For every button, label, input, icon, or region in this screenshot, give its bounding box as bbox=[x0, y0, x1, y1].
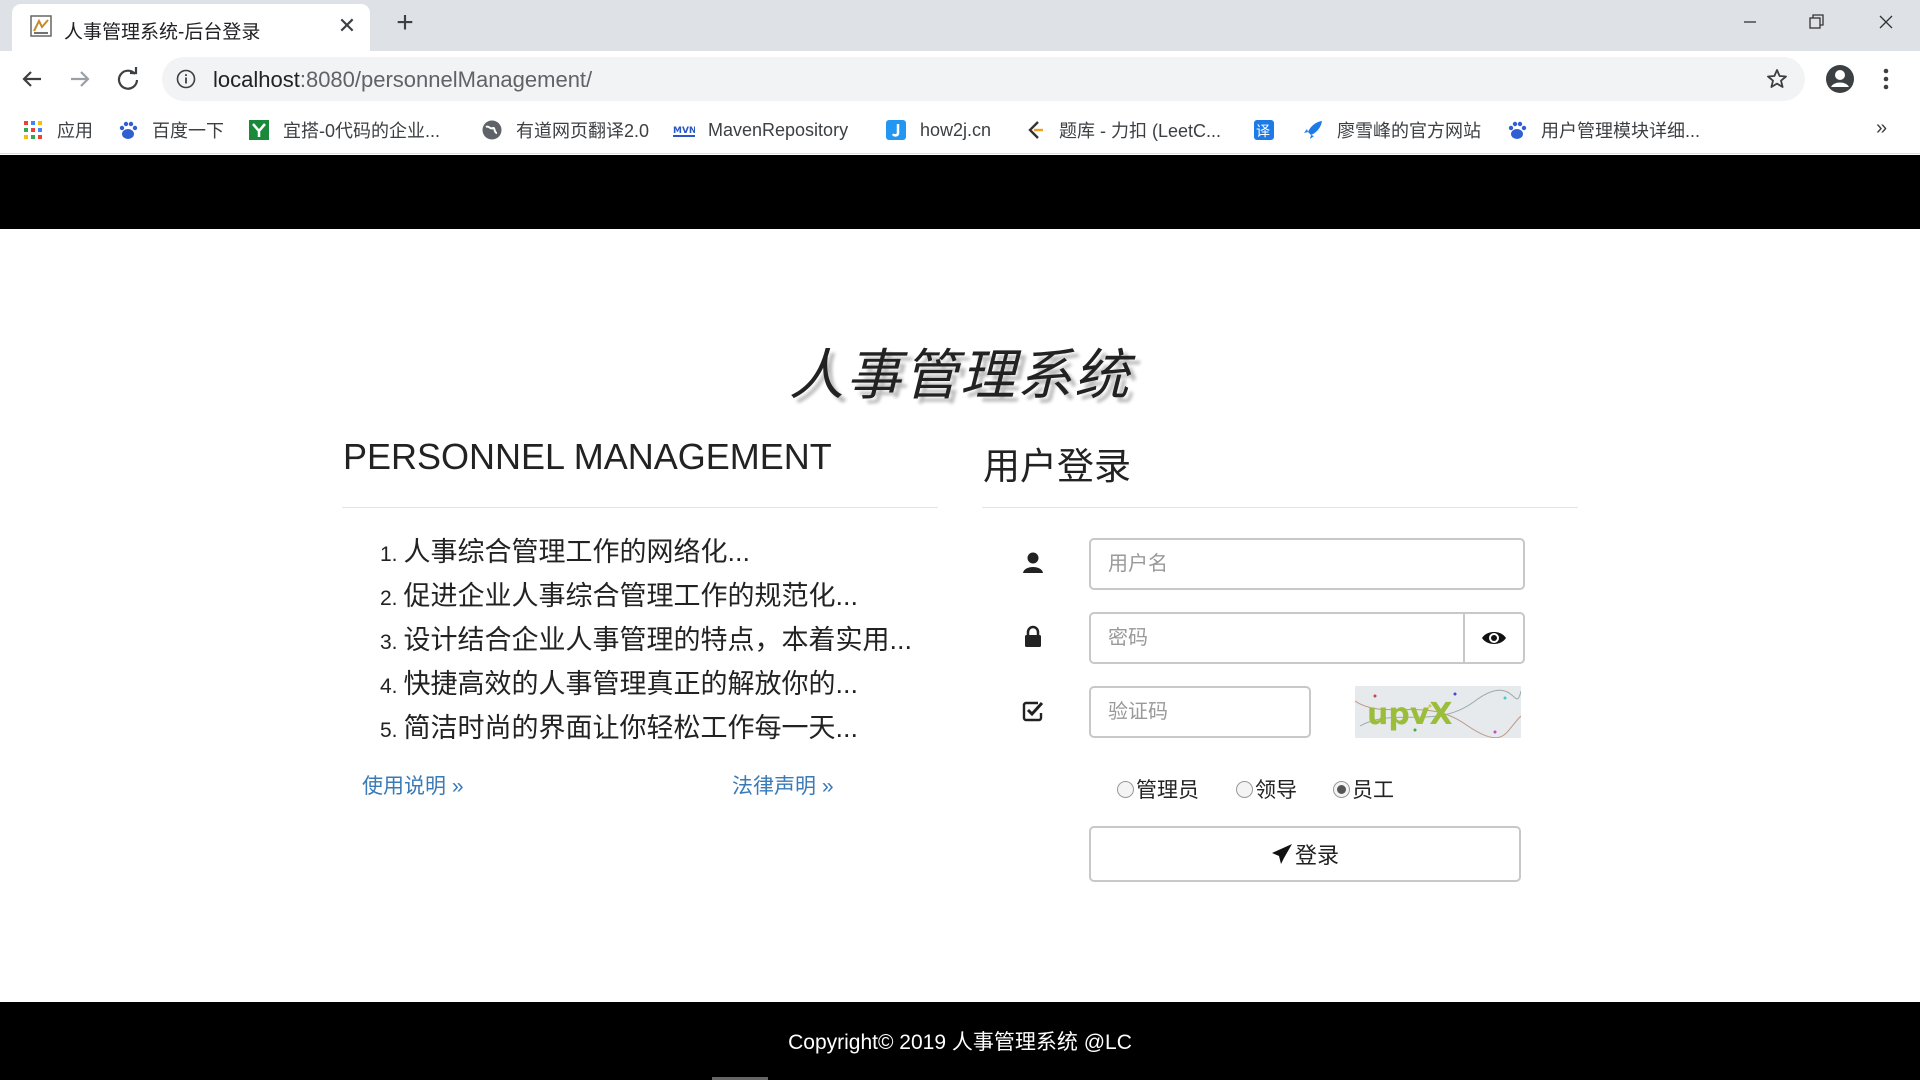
radio-button[interactable] bbox=[1117, 780, 1134, 798]
rocket-icon bbox=[1304, 121, 1322, 139]
legal-notice-link[interactable]: 法律声明 » bbox=[732, 770, 834, 800]
bookmark-liaoxuefeng[interactable]: 廖雪峰的官方网站 bbox=[1302, 116, 1481, 144]
back-arrow-icon[interactable] bbox=[16, 63, 48, 95]
bookmark-translate[interactable]: 译 bbox=[1253, 116, 1288, 144]
translate-icon: 译 bbox=[1254, 120, 1274, 140]
bookmark-label: 百度一下 bbox=[152, 121, 224, 141]
lock-icon bbox=[1025, 625, 1041, 647]
site-favicon-icon bbox=[30, 15, 52, 37]
role-radio-staff[interactable]: 员工 bbox=[1333, 774, 1394, 804]
paper-plane-icon bbox=[1271, 844, 1292, 864]
reload-icon[interactable] bbox=[112, 63, 144, 95]
radio-button-checked[interactable] bbox=[1333, 780, 1350, 798]
bookmarks-bar: 应用 百度一下 宜搭-0代码的企业... 有道网页翻译2.0 MVN Maven… bbox=[0, 107, 1920, 154]
bookmark-user-module[interactable]: 用户管理模块详细... bbox=[1506, 116, 1700, 144]
bookmark-label: MavenRepository bbox=[708, 119, 849, 140]
feature-list: 1. 人事综合管理工作的网络化... 2. 促进企业人事综合管理工作的规范化... … bbox=[380, 530, 912, 750]
role-radio-admin[interactable]: 管理员 bbox=[1117, 774, 1199, 804]
bookmark-label: 廖雪峰的官方网站 bbox=[1337, 121, 1481, 141]
login-button[interactable]: 登录 bbox=[1089, 826, 1521, 882]
list-item: 2. 促进企业人事综合管理工作的规范化... bbox=[380, 581, 859, 611]
bookmark-youdao[interactable]: 有道网页翻译2.0 bbox=[481, 116, 649, 144]
bookmark-label: how2j.cn bbox=[920, 119, 992, 140]
copyright-text: Copyright© 2019 人事管理系统 @LC bbox=[788, 1031, 1132, 1054]
usage-guide-link[interactable]: 使用说明 » bbox=[362, 770, 464, 800]
more-bookmarks-icon[interactable]: » bbox=[1876, 117, 1887, 140]
eye-icon bbox=[1482, 632, 1506, 644]
browser-menu-icon[interactable] bbox=[1870, 63, 1902, 95]
site-info-icon[interactable] bbox=[176, 69, 196, 89]
new-tab-icon[interactable]: + bbox=[390, 8, 420, 39]
globe-icon bbox=[482, 120, 502, 140]
forward-arrow-icon[interactable] bbox=[64, 63, 96, 95]
bookmark-maven[interactable]: MVN MavenRepository bbox=[673, 116, 848, 144]
role-radio-leader[interactable]: 领导 bbox=[1236, 774, 1297, 804]
browser-toolbar: localhost:8080/personnelManagement/ bbox=[0, 51, 1920, 107]
radio-button[interactable] bbox=[1236, 780, 1253, 798]
bookmark-baidu[interactable]: 百度一下 bbox=[117, 116, 224, 144]
bookmark-how2j[interactable]: how2j.cn bbox=[885, 116, 991, 144]
check-square-icon bbox=[1022, 701, 1044, 722]
baidu-paw-icon bbox=[119, 121, 138, 139]
svg-text:译: 译 bbox=[1256, 124, 1270, 140]
maven-icon: MVN bbox=[673, 126, 695, 137]
footer: Copyright© 2019 人事管理系统 @LC bbox=[0, 1002, 1920, 1080]
user-icon bbox=[1023, 552, 1043, 573]
bookmark-label: 用户管理模块详细... bbox=[1541, 121, 1701, 141]
bookmark-label: 有道网页翻译2.0 bbox=[516, 121, 650, 141]
list-item: 1. 人事综合管理工作的网络化... bbox=[380, 537, 751, 567]
bookmark-label: 应用 bbox=[57, 121, 93, 141]
top-nav-bar bbox=[0, 155, 1920, 229]
divider bbox=[982, 507, 1578, 508]
captcha-input[interactable]: 验证码 bbox=[1089, 686, 1311, 738]
list-item: 3. 设计结合企业人事管理的特点，本着实用... bbox=[380, 625, 913, 655]
page-title: 人事管理系统 bbox=[788, 343, 1131, 407]
bookmark-leetcode[interactable]: 题库 - 力扣 (LeetC... bbox=[1024, 116, 1221, 144]
leetcode-icon bbox=[1028, 121, 1043, 139]
password-input[interactable]: 密码 bbox=[1089, 612, 1465, 664]
yida-icon bbox=[249, 120, 269, 140]
baidu-paw-icon bbox=[1508, 121, 1527, 139]
url-text: localhost:8080/personnelManagement/ bbox=[213, 67, 593, 92]
bookmark-yida[interactable]: 宜搭-0代码的企业... bbox=[248, 116, 440, 144]
login-heading: 用户登录 bbox=[983, 446, 1131, 487]
bookmark-label: 宜搭-0代码的企业... bbox=[283, 121, 441, 141]
how2j-icon bbox=[886, 120, 906, 140]
address-bar[interactable]: localhost:8080/personnelManagement/ bbox=[162, 57, 1805, 101]
window-minimize-icon[interactable] bbox=[1720, 6, 1780, 38]
profile-avatar-icon[interactable] bbox=[1824, 63, 1856, 95]
bookmark-star-icon[interactable] bbox=[1765, 67, 1789, 91]
bookmark-label: 题库 - 力扣 (LeetC... bbox=[1059, 121, 1222, 141]
show-password-button[interactable] bbox=[1463, 612, 1525, 664]
captcha-image[interactable]: upvX bbox=[1355, 686, 1521, 738]
list-item: 4. 快捷高效的人事管理真正的解放你的... bbox=[380, 669, 859, 699]
svg-text:upvX: upvX bbox=[1367, 697, 1453, 732]
browser-tab[interactable]: 人事管理系统-后台登录 ✕ bbox=[12, 4, 370, 51]
divider bbox=[342, 507, 938, 508]
svg-text:MVN: MVN bbox=[673, 126, 695, 136]
browser-tab-strip: 人事管理系统-后台登录 ✕ + bbox=[0, 0, 1920, 51]
intro-heading: PERSONNEL MANAGEMENT bbox=[343, 436, 832, 477]
window-restore-icon[interactable] bbox=[1786, 6, 1846, 38]
tab-title: 人事管理系统-后台登录 bbox=[64, 22, 261, 43]
window-close-icon[interactable] bbox=[1856, 6, 1916, 38]
apps-grid-icon bbox=[24, 121, 42, 139]
bookmark-apps[interactable]: 应用 bbox=[22, 116, 93, 144]
tab-close-icon[interactable]: ✕ bbox=[334, 13, 360, 39]
username-input[interactable]: 用户名 bbox=[1089, 538, 1525, 590]
list-item: 5. 简洁时尚的界面让你轻松工作每一天... bbox=[380, 713, 859, 743]
